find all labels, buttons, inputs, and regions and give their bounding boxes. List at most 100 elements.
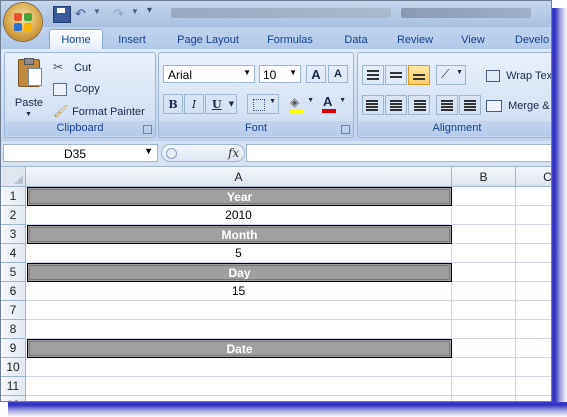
column-header-c[interactable]: C xyxy=(516,167,551,187)
font-size-select[interactable]: 10 ▼ xyxy=(259,65,301,83)
cell-c10[interactable] xyxy=(516,358,551,377)
align-bottom-button[interactable] xyxy=(408,65,430,85)
row-header[interactable]: 11 xyxy=(1,377,26,396)
row-header[interactable]: 10 xyxy=(1,358,26,377)
wrap-text-button[interactable]: Wrap Tex xyxy=(486,67,551,85)
cell-b11[interactable] xyxy=(452,377,516,396)
undo-icon[interactable]: ↶ xyxy=(75,6,91,21)
cell-c11[interactable] xyxy=(516,377,551,396)
align-right-button[interactable] xyxy=(408,95,430,115)
cell-a7[interactable] xyxy=(26,301,452,320)
tab-home[interactable]: Home xyxy=(49,29,103,50)
redo-icon[interactable]: ↷ xyxy=(113,6,129,21)
tab-insert[interactable]: Insert xyxy=(107,32,157,49)
shrink-font-button[interactable]: A xyxy=(328,65,348,83)
cell-c5[interactable] xyxy=(516,263,551,282)
tab-formulas[interactable]: Formulas xyxy=(258,32,322,49)
save-icon[interactable] xyxy=(53,6,71,23)
tab-view[interactable]: View xyxy=(451,32,495,49)
row-header[interactable]: 5 xyxy=(1,263,26,282)
tab-page-layout[interactable]: Page Layout xyxy=(167,32,249,49)
clipboard-dialog-launcher-icon[interactable] xyxy=(143,125,152,134)
borders-button[interactable]: ▼ xyxy=(247,94,279,114)
align-left-button[interactable] xyxy=(362,95,384,115)
font-color-button[interactable]: A ▼ xyxy=(319,94,349,114)
merge-center-button[interactable]: Merge & xyxy=(486,97,550,115)
grow-font-button[interactable]: A xyxy=(306,65,326,83)
cell-a2[interactable]: 2010 xyxy=(26,206,452,225)
customize-toolbar-icon[interactable]: ▾ xyxy=(147,5,152,16)
font-dialog-launcher-icon[interactable] xyxy=(341,125,350,134)
decrease-indent-icon xyxy=(441,100,453,102)
cell-a4[interactable]: 5 xyxy=(26,244,452,263)
cell-b8[interactable] xyxy=(452,320,516,339)
select-all-button[interactable] xyxy=(1,167,26,187)
cell-a6[interactable]: 15 xyxy=(26,282,452,301)
cell-b1[interactable] xyxy=(452,187,516,206)
increase-indent-button[interactable] xyxy=(459,95,481,115)
cell-c4[interactable] xyxy=(516,244,551,263)
cell-c9[interactable] xyxy=(516,339,551,358)
align-center-button[interactable] xyxy=(385,95,407,115)
underline-button[interactable]: U ▼ xyxy=(205,94,237,114)
cell-c7[interactable] xyxy=(516,301,551,320)
cell-b9[interactable] xyxy=(452,339,516,358)
format-painter-button[interactable]: 🖌 Format Painter xyxy=(53,103,145,119)
cell-b7[interactable] xyxy=(452,301,516,320)
cell-c1[interactable] xyxy=(516,187,551,206)
ribbon-tabs: Home Insert Page Layout Formulas Data Re… xyxy=(1,27,551,50)
cell-b2[interactable] xyxy=(452,206,516,225)
column-header-a[interactable]: A xyxy=(26,167,452,187)
tab-developer[interactable]: Develo xyxy=(507,32,551,49)
formula-input[interactable] xyxy=(246,144,551,162)
tab-data[interactable]: Data xyxy=(334,32,378,49)
cell-a9[interactable]: Date xyxy=(27,339,452,358)
row-header[interactable]: 9 xyxy=(1,339,26,358)
fill-color-dropdown-icon: ▼ xyxy=(307,97,314,104)
row-header[interactable]: 3 xyxy=(1,225,26,244)
cell-a3[interactable]: Month xyxy=(27,225,452,244)
cell-b4[interactable] xyxy=(452,244,516,263)
window-shadow-right xyxy=(552,8,567,417)
row-header[interactable]: 6 xyxy=(1,282,26,301)
insert-function-icon[interactable]: fx xyxy=(228,146,239,160)
cut-button[interactable]: ✂ Cut xyxy=(53,59,91,75)
italic-button[interactable]: I xyxy=(184,94,204,114)
row-header[interactable]: 2 xyxy=(1,206,26,225)
cell-b6[interactable] xyxy=(452,282,516,301)
copy-button[interactable]: Copy xyxy=(53,81,100,97)
row-header[interactable]: 4 xyxy=(1,244,26,263)
row-header[interactable]: 8 xyxy=(1,320,26,339)
orientation-button[interactable]: ⟋ ▼ xyxy=(436,65,466,85)
cell-a11[interactable] xyxy=(26,377,452,396)
copy-icon xyxy=(53,82,67,96)
name-box[interactable]: D35 ▼ xyxy=(3,144,158,162)
office-button[interactable] xyxy=(4,3,42,41)
cell-c2[interactable] xyxy=(516,206,551,225)
row-header[interactable]: 1 xyxy=(1,187,26,206)
row-header[interactable]: 7 xyxy=(1,301,26,320)
fill-color-button[interactable]: ◈ ▼ xyxy=(287,94,317,114)
align-middle-button[interactable] xyxy=(385,65,407,85)
column-header-b[interactable]: B xyxy=(452,167,516,187)
cell-b5[interactable] xyxy=(452,263,516,282)
cell-c3[interactable] xyxy=(516,225,551,244)
redo-dropdown-icon[interactable]: ▼ xyxy=(131,7,139,16)
cell-b3[interactable] xyxy=(452,225,516,244)
cell-a10[interactable] xyxy=(26,358,452,377)
align-top-button[interactable] xyxy=(362,65,384,85)
cell-c6[interactable] xyxy=(516,282,551,301)
align-left-icon xyxy=(366,100,378,102)
paste-button[interactable]: Paste ▼ xyxy=(9,57,47,119)
cell-a8[interactable] xyxy=(26,320,452,339)
cell-b10[interactable] xyxy=(452,358,516,377)
expand-icon[interactable] xyxy=(166,148,177,159)
cell-c8[interactable] xyxy=(516,320,551,339)
bold-button[interactable]: B xyxy=(163,94,183,114)
cell-a1[interactable]: Year xyxy=(27,187,452,206)
font-name-select[interactable]: Arial ▼ xyxy=(163,65,255,83)
undo-dropdown-icon[interactable]: ▼ xyxy=(93,7,101,16)
decrease-indent-button[interactable] xyxy=(436,95,458,115)
tab-review[interactable]: Review xyxy=(390,32,440,49)
cell-a5[interactable]: Day xyxy=(27,263,452,282)
